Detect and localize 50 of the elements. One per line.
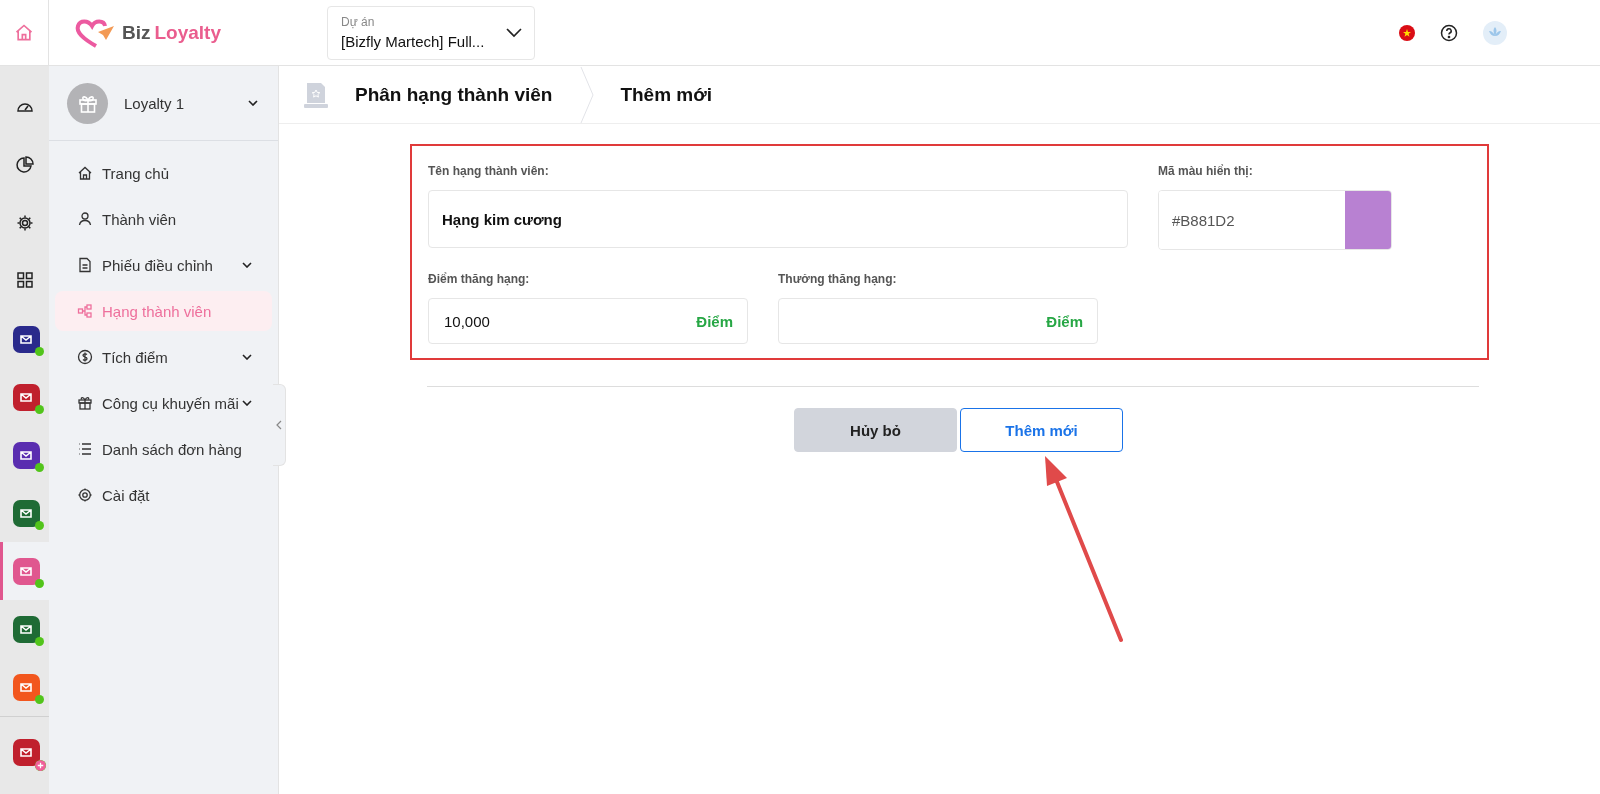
project-dropdown[interactable]: Dự án [Bizfly Martech] Full... [327,5,535,60]
flag-icon[interactable] [1399,24,1415,41]
app-icon[interactable] [12,441,40,469]
menu-item-icon [77,395,93,411]
breadcrumb-item: Thêm mới [620,83,713,106]
sidebar-item[interactable]: Trang chủ [55,153,272,193]
sidebar-item[interactable]: Công cụ khuyến mãi [55,383,272,423]
field-label: Điểm thăng hạng: [428,272,531,286]
sidebar-item[interactable]: Thành viên [55,199,272,239]
submit-button[interactable]: Thêm mới [960,408,1123,452]
app-icon[interactable] [12,499,40,527]
sidebar-item[interactable]: Cài đặt [55,475,272,515]
account-avatar [67,82,108,124]
name-field[interactable]: Hạng kim cương [428,190,1128,248]
sidebar-item[interactable]: Danh sách đơn hàng [55,429,272,469]
cancel-button[interactable]: Hủy bỏ [794,408,957,452]
grid-icon[interactable] [16,272,33,288]
field-label: Thưởng thăng hạng: [778,272,898,286]
pie-chart-icon[interactable] [15,156,34,174]
menu-item-icon [77,165,93,181]
app-icon[interactable] [12,615,40,643]
sidebar-item[interactable]: Phiếu điều chỉnh [55,245,272,285]
project-value: [Bizfly Martech] Full... [341,33,486,50]
app-icon[interactable] [12,738,40,766]
menu-item-icon [77,257,93,273]
chevron-down-icon [248,100,258,106]
menu-item-icon [77,211,93,227]
app-icon[interactable] [12,325,40,353]
color-code-field[interactable]: #B881D2 [1158,190,1392,250]
menu-item-icon [77,487,93,503]
points-field[interactable]: 10,000 Điểm [428,298,748,344]
breadcrumb-item[interactable]: Phân hạng thành viên [355,83,553,106]
chevron-down-icon [506,27,522,38]
logo-text: Loyalty [154,21,222,44]
trophy-icon [303,80,329,109]
menu-item-icon [77,303,93,319]
field-label: Mã màu hiển thị: [1158,164,1254,178]
color-swatch[interactable] [1345,191,1391,249]
field-label: Tên hạng thành viên: [428,164,550,178]
home-icon[interactable] [14,22,34,43]
settings-icon[interactable] [15,214,34,232]
help-icon[interactable] [1440,23,1458,42]
sidebar-item[interactable]: Tích điểm [55,337,272,377]
logo-text: Biz [122,21,151,44]
account-selector[interactable]: Loyalty 1 [49,66,278,141]
app-icon[interactable] [12,383,40,411]
menu-item-icon [77,349,93,365]
project-label: Dự án [341,15,376,29]
menu-item-icon [77,441,93,457]
collapse-handle[interactable] [273,384,286,466]
